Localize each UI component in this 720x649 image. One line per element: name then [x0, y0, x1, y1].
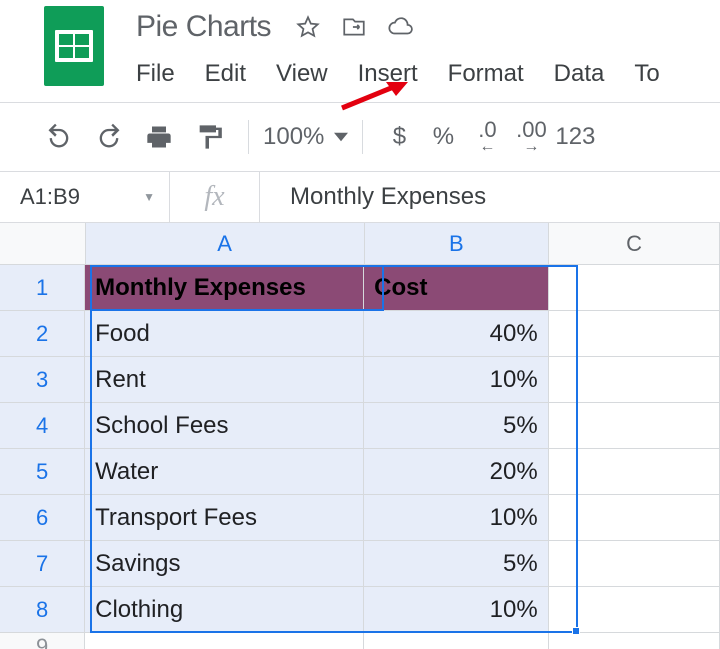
cell-c7[interactable] — [549, 541, 720, 586]
row-header[interactable]: 8 — [0, 587, 85, 632]
table-row: 6 Transport Fees 10% — [0, 495, 720, 541]
paint-format-button[interactable] — [184, 117, 234, 157]
table-row: 2 Food 40% — [0, 311, 720, 357]
column-header-b[interactable]: B — [365, 223, 549, 264]
document-title[interactable]: Pie Charts — [136, 10, 271, 44]
redo-button[interactable] — [84, 117, 134, 157]
star-icon[interactable] — [295, 14, 321, 40]
cell-b4[interactable]: 5% — [364, 403, 549, 448]
menu-tools[interactable]: To — [634, 60, 659, 88]
table-row: 3 Rent 10% — [0, 357, 720, 403]
cell-b5[interactable]: 20% — [364, 449, 549, 494]
table-row: 5 Water 20% — [0, 449, 720, 495]
cell-a6[interactable]: Transport Fees — [85, 495, 364, 540]
table-row: 1 Monthly Expenses Cost — [0, 265, 720, 311]
more-formats-button[interactable]: 123 — [553, 123, 597, 151]
cell-a8[interactable]: Clothing — [85, 587, 364, 632]
row-header[interactable]: 2 — [0, 311, 85, 356]
cell-a3[interactable]: Rent — [85, 357, 364, 402]
dropdown-caret-icon — [334, 123, 348, 151]
undo-button[interactable] — [34, 117, 84, 157]
cell-a2[interactable]: Food — [85, 311, 364, 356]
column-headers: A B C — [0, 223, 720, 265]
cell-b7[interactable]: 5% — [364, 541, 549, 586]
cell-b2[interactable]: 40% — [364, 311, 549, 356]
arrow-right-icon: → — [523, 140, 539, 154]
cell-b6[interactable]: 10% — [364, 495, 549, 540]
format-currency-button[interactable]: $ — [377, 123, 421, 151]
menu-format[interactable]: Format — [448, 60, 524, 88]
row-header[interactable]: 6 — [0, 495, 85, 540]
cell-c6[interactable] — [549, 495, 720, 540]
fx-icon: fx — [170, 172, 260, 222]
menu-bar: File Edit View Insert Format Data To — [136, 44, 660, 102]
cell-b3[interactable]: 10% — [364, 357, 549, 402]
menu-file[interactable]: File — [136, 60, 175, 88]
cell-a7[interactable]: Savings — [85, 541, 364, 586]
row-header[interactable]: 5 — [0, 449, 85, 494]
table-row: 7 Savings 5% — [0, 541, 720, 587]
name-box-value: A1:B9 — [20, 184, 80, 210]
arrow-left-icon: ← — [479, 140, 495, 154]
row-header[interactable]: 3 — [0, 357, 85, 402]
dropdown-caret-icon: ▼ — [143, 190, 155, 204]
app-header: Pie Charts File Edit View Insert Format … — [0, 0, 720, 102]
name-box[interactable]: A1:B9 ▼ — [0, 172, 170, 222]
cell-b8[interactable]: 10% — [364, 587, 549, 632]
toolbar-separator — [248, 120, 249, 154]
spreadsheet-grid[interactable]: A B C 1 Monthly Expenses Cost 2 Food 40%… — [0, 223, 720, 649]
menu-insert[interactable]: Insert — [358, 60, 418, 88]
formula-bar: A1:B9 ▼ fx — [0, 171, 720, 223]
sheets-logo-grid — [55, 30, 93, 62]
row-header[interactable]: 7 — [0, 541, 85, 586]
zoom-value: 100% — [263, 123, 324, 151]
cell-c3[interactable] — [549, 357, 720, 402]
select-all-corner[interactable] — [0, 223, 86, 264]
cell-c5[interactable] — [549, 449, 720, 494]
column-header-c[interactable]: C — [549, 223, 720, 264]
move-icon[interactable] — [341, 14, 367, 40]
toolbar: 100% $ % .0← .00→ 123 — [0, 103, 720, 171]
menu-view[interactable]: View — [276, 60, 328, 88]
cell-c4[interactable] — [549, 403, 720, 448]
table-row: 4 School Fees 5% — [0, 403, 720, 449]
row-header[interactable]: 1 — [0, 265, 85, 310]
cell-b9[interactable] — [364, 633, 549, 649]
cell-c8[interactable] — [549, 587, 720, 632]
cell-a5[interactable]: Water — [85, 449, 364, 494]
cell-c9[interactable] — [549, 633, 720, 649]
formula-input[interactable] — [260, 172, 720, 222]
column-header-a[interactable]: A — [86, 223, 365, 264]
cell-c2[interactable] — [549, 311, 720, 356]
cell-c1[interactable] — [549, 265, 720, 310]
format-percent-button[interactable]: % — [421, 123, 465, 151]
cell-a4[interactable]: School Fees — [85, 403, 364, 448]
cell-b1[interactable]: Cost — [364, 265, 549, 310]
table-row: 8 Clothing 10% — [0, 587, 720, 633]
zoom-dropdown[interactable]: 100% — [263, 123, 348, 151]
print-button[interactable] — [134, 117, 184, 157]
cloud-status-icon[interactable] — [387, 14, 413, 40]
table-row: 9 — [0, 633, 720, 649]
cell-a9[interactable] — [85, 633, 364, 649]
toolbar-separator — [362, 120, 363, 154]
row-header[interactable]: 9 — [0, 633, 85, 649]
menu-data[interactable]: Data — [554, 60, 605, 88]
menu-edit[interactable]: Edit — [205, 60, 246, 88]
row-header[interactable]: 4 — [0, 403, 85, 448]
sheets-logo — [44, 6, 104, 86]
increase-decimal-button[interactable]: .00→ — [509, 120, 553, 154]
decrease-decimal-button[interactable]: .0← — [465, 120, 509, 154]
cell-a1[interactable]: Monthly Expenses — [85, 265, 364, 310]
